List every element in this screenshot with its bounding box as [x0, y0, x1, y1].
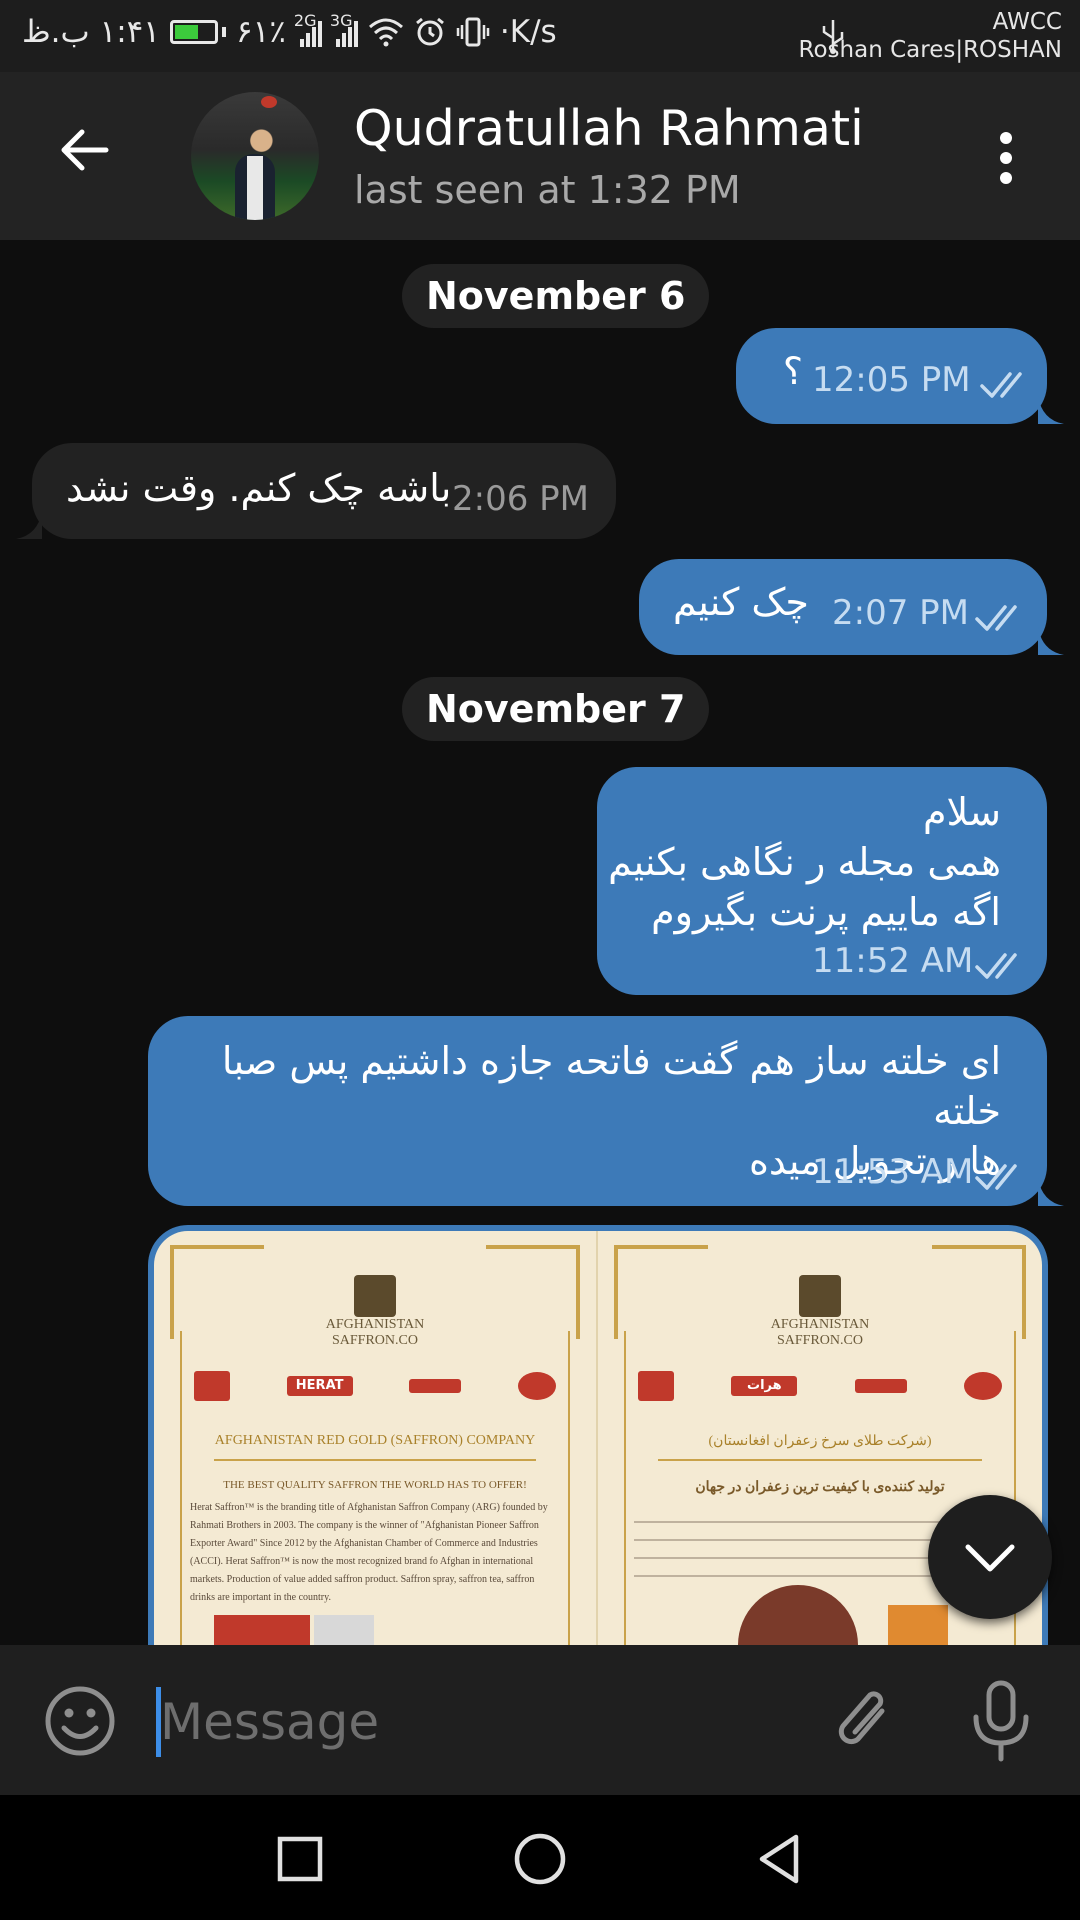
message-bubble-outgoing[interactable]: سلام همی مجله ر نگاهی بکنیم اگه ماییم پر…: [597, 767, 1047, 995]
battery-percent: ۶۱٪: [235, 14, 286, 50]
wifi-icon: [368, 18, 403, 47]
carrier-info: AWCC Roshan Cares|ROSHAN: [799, 8, 1062, 64]
system-nav-bar: [0, 1795, 1080, 1920]
bubble-tail: [1038, 396, 1064, 424]
poster-heading: (شرکت طلای سرخ زعفران افغانستان): [708, 1434, 932, 1449]
message-bubble-outgoing[interactable]: ای خلته ساز هم گفت فاتحه جازه داشتیم پس …: [148, 1016, 1047, 1206]
double-check-icon: [975, 953, 1017, 979]
poster-subheading: تولید کننده‌ی با کیفیت ترین زعفران در جه…: [695, 1480, 945, 1495]
company-logo: [354, 1275, 396, 1317]
scroll-down-button[interactable]: [928, 1495, 1052, 1619]
image-message[interactable]: AFGHANISTAN SAFFRON.CO HERAT AFGHANISTAN …: [148, 1225, 1048, 1645]
battery-icon: [169, 20, 226, 44]
signal-2g-icon: 2G: [294, 11, 322, 47]
carrier-1: AWCC: [992, 9, 1062, 35]
net-speed: ·K/s: [499, 14, 557, 50]
poster-paragraph: Herat Saffron™ is the branding title of …: [190, 1502, 548, 1603]
message-bubble-outgoing[interactable]: ؟ 12:05 PM: [736, 328, 1047, 424]
nav-recents-icon[interactable]: [270, 1829, 330, 1889]
logo-text: AFGHANISTAN SAFFRON.CO: [770, 1317, 870, 1348]
status-bar: ۱:۴۱ ب.ظ ۶۱٪ 2G 3G ·K/s AWCC Roshan Care…: [0, 0, 1080, 72]
company-logo: [799, 1275, 841, 1317]
alarm-icon: [415, 17, 444, 46]
carrier-2: Roshan Cares|ROSHAN: [798, 37, 1062, 63]
status-time: ۱:۴۱ ب.ظ: [22, 14, 160, 50]
poster-subheading: THE BEST QUALITY SAFFRON THE WORLD HAS T…: [223, 1479, 527, 1491]
signal-3g-icon: 3G: [330, 11, 358, 47]
chevron-down-icon: [965, 1544, 1015, 1572]
status-left: ۱:۴۱ ب.ظ ۶۱٪ 2G 3G ·K/s: [22, 11, 557, 50]
nav-home-icon[interactable]: [510, 1829, 570, 1889]
message-time: 12:05 PM: [812, 360, 971, 400]
message-text: سلام همی مجله ر نگاهی بکنیم اگه ماییم پر…: [608, 790, 1001, 934]
poster-heading: AFGHANISTAN RED GOLD (SAFFRON) COMPANY: [214, 1433, 536, 1448]
last-seen-status: last seen at 1:32 PM: [354, 168, 741, 212]
date-separator: November 6: [402, 264, 710, 328]
bubble-tail: [1038, 1178, 1064, 1206]
message-list[interactable]: November 6 ؟ 12:05 PM باشه چک کنم. وقت ن…: [0, 240, 1080, 1645]
message-text: ؟: [782, 349, 803, 393]
double-check-icon: [975, 1164, 1017, 1190]
more-vertical-icon[interactable]: [996, 132, 1016, 192]
message-input[interactable]: [160, 1679, 760, 1765]
message-time: 2:06 PM: [452, 479, 589, 519]
message-bubble-incoming[interactable]: باشه چک کنم. وقت نشد 2:06 PM: [32, 443, 616, 539]
message-time: 11:52 AM: [812, 941, 974, 981]
brand-logos: HERAT: [194, 1361, 556, 1411]
chat-header: Qudratullah Rahmati last seen at 1:32 PM: [0, 72, 1080, 240]
vibrate-icon: [456, 17, 490, 47]
back-arrow-icon[interactable]: [54, 120, 114, 180]
brand-logos: هرات: [638, 1361, 1002, 1411]
attach-icon[interactable]: [830, 1681, 900, 1761]
double-check-icon: [975, 605, 1017, 631]
avatar[interactable]: [191, 92, 319, 220]
double-check-icon: [980, 372, 1022, 398]
message-text: چک کنیم: [673, 580, 809, 624]
message-bubble-outgoing[interactable]: چک کنیم 2:07 PM: [639, 559, 1047, 655]
message-composer: [0, 1645, 1080, 1795]
saffron-poster-english: AFGHANISTAN SAFFRON.CO HERAT AFGHANISTAN …: [154, 1231, 598, 1645]
photo-attachment[interactable]: AFGHANISTAN SAFFRON.CO HERAT AFGHANISTAN …: [154, 1231, 1042, 1645]
message-time: 2:07 PM: [832, 593, 969, 633]
message-time: 11:53 AM: [812, 1152, 974, 1192]
microphone-icon[interactable]: [968, 1679, 1034, 1763]
nav-back-icon[interactable]: [750, 1829, 810, 1889]
contact-name[interactable]: Qudratullah Rahmati: [354, 100, 864, 157]
message-text: باشه چک کنم. وقت نشد: [66, 466, 452, 510]
bubble-tail: [16, 511, 42, 539]
logo-text: AFGHANISTAN SAFFRON.CO: [325, 1317, 425, 1348]
bubble-tail: [1038, 627, 1064, 655]
emoji-icon[interactable]: [44, 1685, 116, 1757]
date-separator: November 7: [402, 677, 710, 741]
